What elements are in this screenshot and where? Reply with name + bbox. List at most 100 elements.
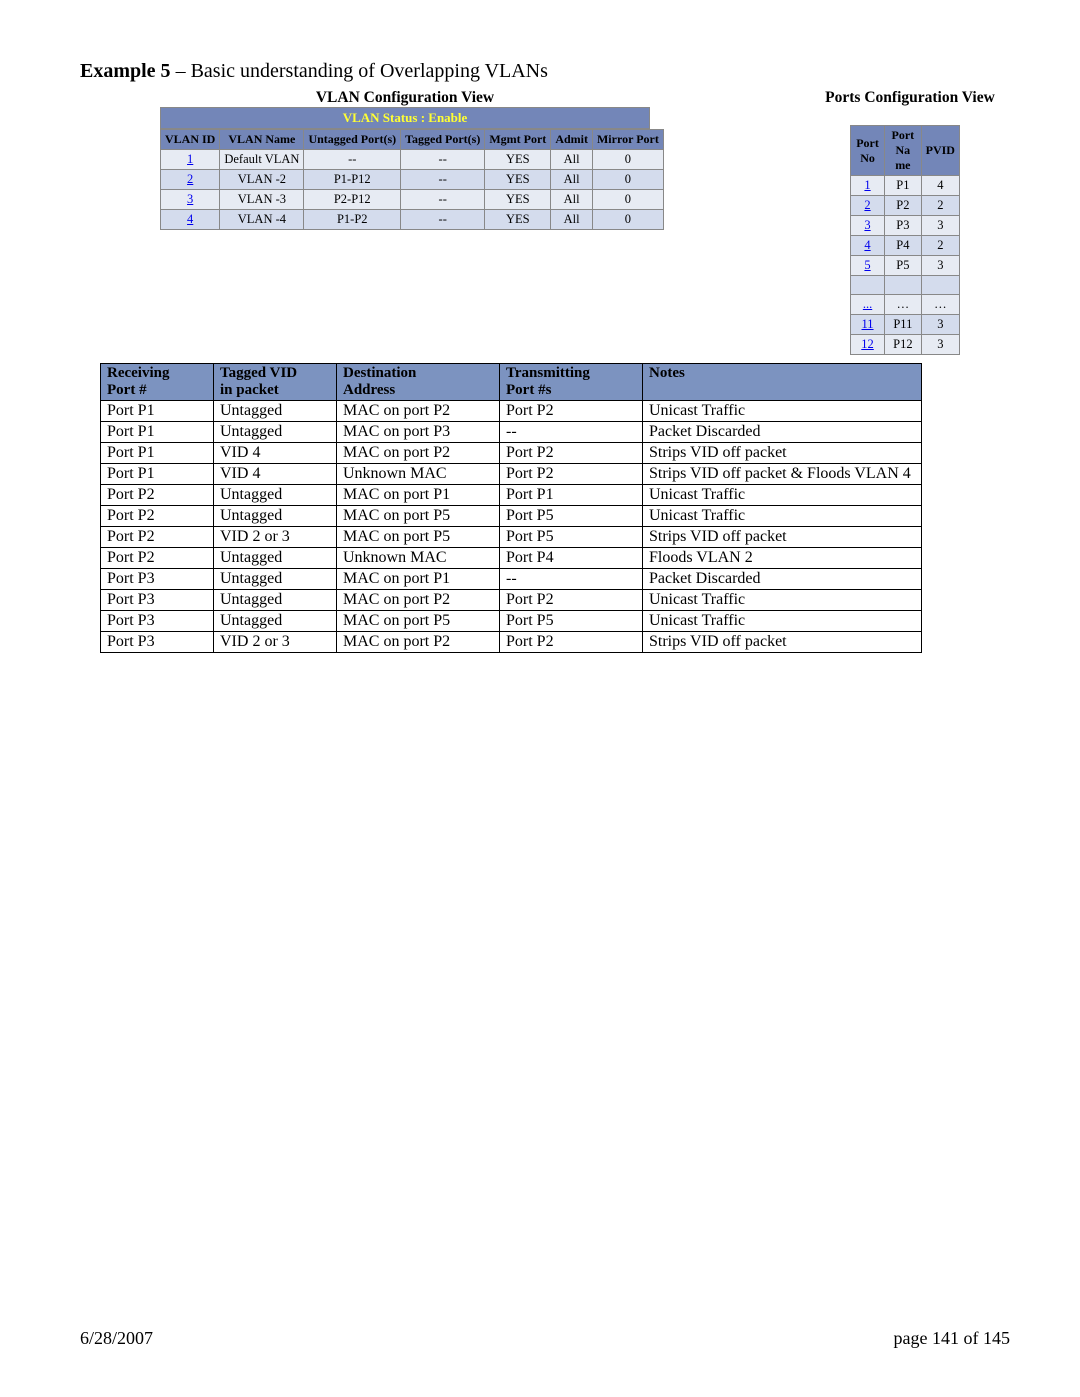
traffic-cell-d: -- — [500, 569, 643, 590]
traffic-cell-a: Port P2 — [101, 485, 214, 506]
port-no-link[interactable]: 5 — [864, 258, 870, 272]
port-name: P5 — [885, 256, 922, 276]
port-no-link[interactable]: 2 — [864, 198, 870, 212]
traffic-cell-b: VID 2 or 3 — [214, 632, 337, 653]
vlan-id-link[interactable]: 3 — [187, 192, 193, 206]
vlan-h-admit: Admit — [551, 130, 593, 150]
vlan-mgmt: YES — [485, 150, 551, 170]
traffic-cell-e: Strips VID off packet & Floods VLAN 4 — [643, 464, 922, 485]
footer-page: page 141 of 145 — [894, 1328, 1010, 1349]
traffic-cell-d: Port P5 — [500, 527, 643, 548]
traffic-cell-b: Untagged — [214, 611, 337, 632]
th-tx-2: Port #s — [506, 382, 551, 398]
traffic-cell-c: MAC on port P5 — [337, 506, 500, 527]
th-recv-2: Port # — [107, 382, 147, 398]
traffic-row: Port P2UntaggedMAC on port P1Port P1Unic… — [101, 485, 922, 506]
th-tag-2: in packet — [220, 382, 279, 398]
th-dest-2: Address — [343, 382, 395, 398]
page-title: Example 5 – Basic understanding of Overl… — [80, 60, 1010, 83]
traffic-cell-c: Unknown MAC — [337, 464, 500, 485]
traffic-cell-a: Port P1 — [101, 422, 214, 443]
traffic-cell-e: Packet Discarded — [643, 569, 922, 590]
vlan-id-link[interactable]: 2 — [187, 172, 193, 186]
vlan-untag: P1-P2 — [304, 210, 401, 230]
traffic-cell-e: Unicast Traffic — [643, 401, 922, 422]
port-name: P1 — [885, 176, 922, 196]
traffic-cell-e: Strips VID off packet — [643, 527, 922, 548]
traffic-cell-d: Port P2 — [500, 632, 643, 653]
port-no-link[interactable]: 4 — [864, 238, 870, 252]
port-pvid: 3 — [921, 315, 959, 335]
traffic-cell-e: Unicast Traffic — [643, 485, 922, 506]
vlan-admit: All — [551, 190, 593, 210]
port-name: P12 — [885, 335, 922, 355]
port-name: P11 — [885, 315, 922, 335]
traffic-cell-b: Untagged — [214, 569, 337, 590]
vlan-name: VLAN -2 — [220, 170, 304, 190]
port-pvid: 3 — [921, 335, 959, 355]
ports-row: 5 P53 — [851, 256, 960, 276]
traffic-row: Port P3UntaggedMAC on port P5Port P5Unic… — [101, 611, 922, 632]
vlan-mirror: 0 — [592, 170, 663, 190]
port-pvid: 3 — [921, 216, 959, 236]
traffic-cell-a: Port P2 — [101, 548, 214, 569]
port-no-link[interactable]: 11 — [862, 317, 874, 331]
traffic-cell-e: Unicast Traffic — [643, 506, 922, 527]
vlan-mgmt: YES — [485, 190, 551, 210]
traffic-row: Port P2UntaggedUnknown MACPort P4Floods … — [101, 548, 922, 569]
port-name: … — [885, 295, 922, 315]
ports-row: 11 P113 — [851, 315, 960, 335]
traffic-row: Port P2VID 2 or 3MAC on port P5Port P5St… — [101, 527, 922, 548]
vlan-h-mgmt: Mgmt Port — [485, 130, 551, 150]
traffic-cell-c: MAC on port P5 — [337, 527, 500, 548]
vlan-name: Default VLAN — [220, 150, 304, 170]
ports-row: 2P22 — [851, 196, 960, 216]
vlan-tag: -- — [401, 190, 485, 210]
port-pvid: 2 — [921, 196, 959, 216]
th-tx-1: Transmitting — [506, 365, 590, 381]
traffic-cell-a: Port P3 — [101, 611, 214, 632]
th-notes: Notes — [643, 364, 922, 401]
traffic-cell-c: MAC on port P3 — [337, 422, 500, 443]
traffic-cell-a: Port P1 — [101, 464, 214, 485]
traffic-row: Port P1VID 4MAC on port P2Port P2Strips … — [101, 443, 922, 464]
port-name: P4 — [885, 236, 922, 256]
vlan-table: VLAN ID VLAN Name Untagged Port(s) Tagge… — [160, 129, 664, 230]
vlan-mirror: 0 — [592, 150, 663, 170]
traffic-row: Port P3UntaggedMAC on port P1--Packet Di… — [101, 569, 922, 590]
traffic-row: Port P3VID 2 or 3MAC on port P2Port P2St… — [101, 632, 922, 653]
vlan-tag: -- — [401, 210, 485, 230]
traffic-cell-b: Untagged — [214, 401, 337, 422]
traffic-cell-b: Untagged — [214, 548, 337, 569]
traffic-row: Port P3UntaggedMAC on port P2Port P2Unic… — [101, 590, 922, 611]
vlan-id-link[interactable]: 4 — [187, 212, 193, 226]
vlan-mirror: 0 — [592, 210, 663, 230]
traffic-cell-d: -- — [500, 422, 643, 443]
traffic-cell-c: Unknown MAC — [337, 548, 500, 569]
traffic-cell-c: MAC on port P1 — [337, 569, 500, 590]
traffic-cell-e: Unicast Traffic — [643, 590, 922, 611]
traffic-cell-a: Port P2 — [101, 506, 214, 527]
vlan-status: VLAN Status : Enable — [160, 107, 650, 129]
vlan-mgmt: YES — [485, 210, 551, 230]
traffic-cell-a: Port P3 — [101, 590, 214, 611]
ports-row: 3P33 — [851, 216, 960, 236]
traffic-cell-e: Strips VID off packet — [643, 443, 922, 464]
traffic-cell-d: Port P1 — [500, 485, 643, 506]
ports-view-heading: Ports Configuration View — [810, 89, 1010, 107]
ports-row: ...…… — [851, 295, 960, 315]
port-no-link[interactable]: 12 — [861, 337, 874, 351]
vlan-row: 3 VLAN -3 P2-P12 -- YES All 0 — [161, 190, 664, 210]
port-no-link[interactable]: 1 — [864, 178, 870, 192]
port-no-link[interactable]: ... — [863, 297, 872, 311]
traffic-cell-b: Untagged — [214, 485, 337, 506]
ports-row: 4P42 — [851, 236, 960, 256]
traffic-cell-b: Untagged — [214, 590, 337, 611]
port-no-link[interactable]: 3 — [864, 218, 870, 232]
traffic-cell-d: Port P2 — [500, 401, 643, 422]
traffic-cell-d: Port P2 — [500, 590, 643, 611]
vlan-id-link[interactable]: 1 — [187, 152, 193, 166]
vlan-tag: -- — [401, 170, 485, 190]
vlan-h-tag: Tagged Port(s) — [401, 130, 485, 150]
port-pvid: 3 — [921, 256, 959, 276]
